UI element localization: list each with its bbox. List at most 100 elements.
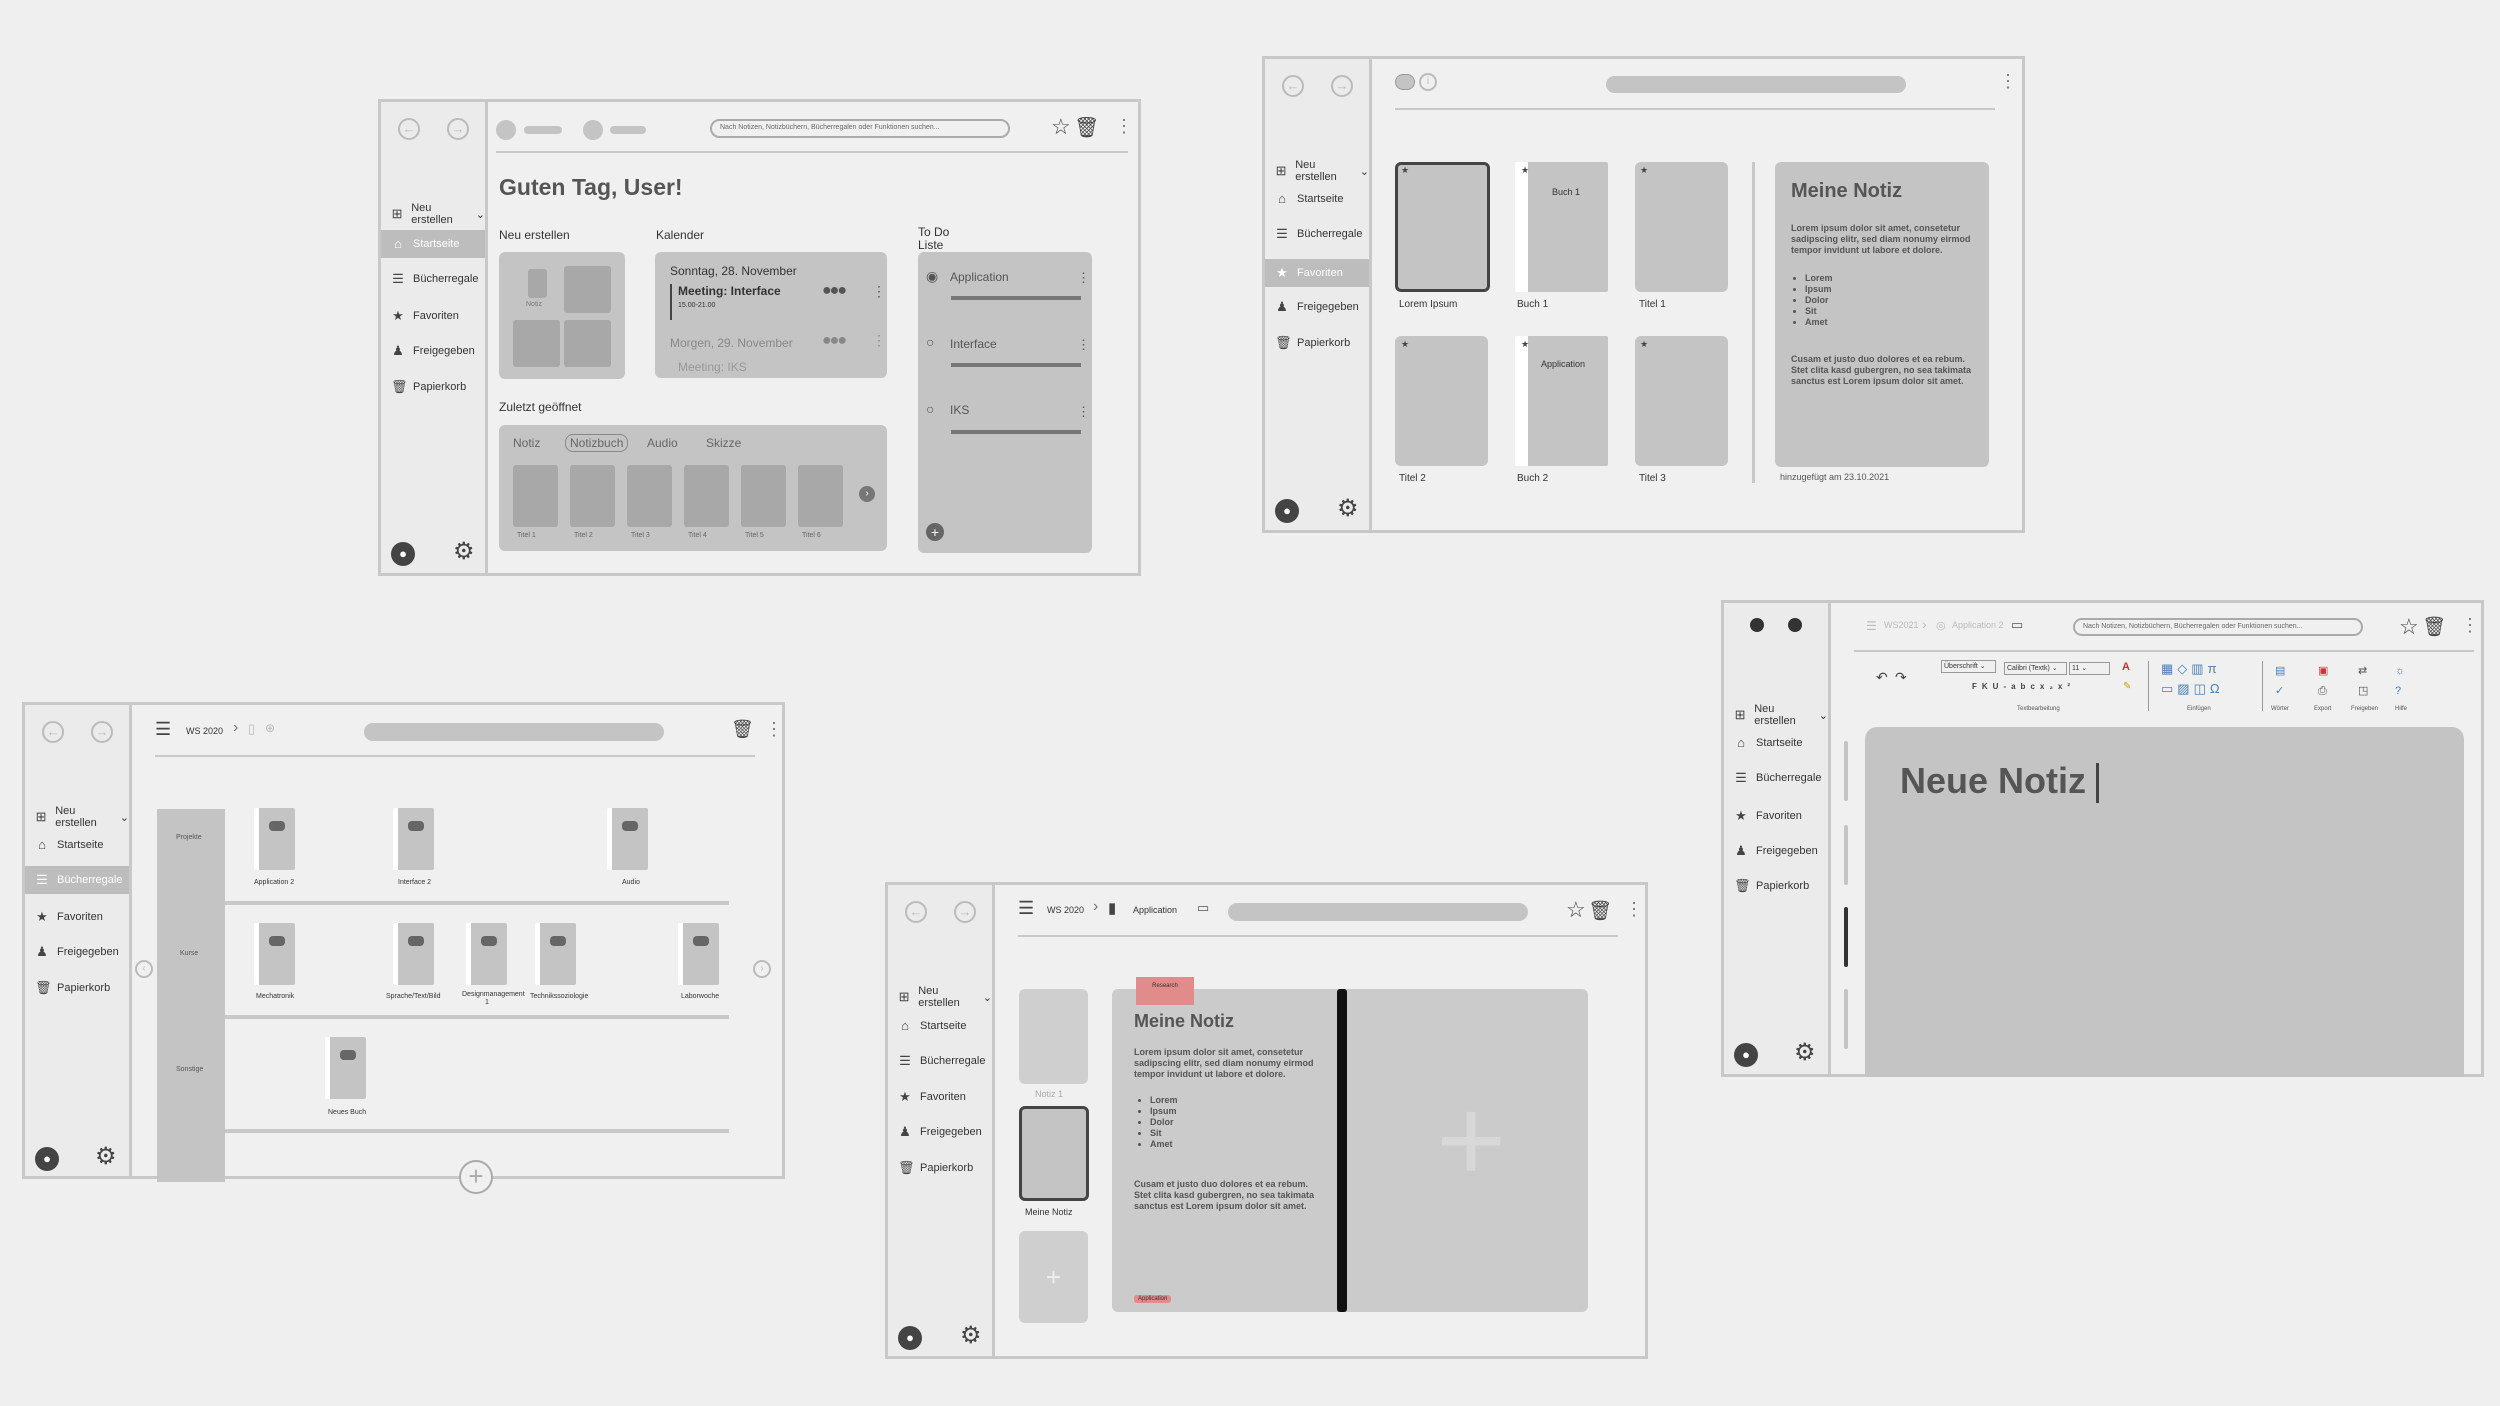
book[interactable] xyxy=(393,808,434,870)
radio-icon[interactable]: ○ xyxy=(926,334,934,350)
font-color-icon[interactable]: A xyxy=(2122,661,2130,673)
info-icon[interactable]: i xyxy=(1419,73,1437,91)
user-avatar[interactable]: ● xyxy=(1275,499,1299,523)
book[interactable] xyxy=(678,923,719,985)
nav-buecherregale[interactable]: ☰ Bücherregale xyxy=(1275,227,1362,241)
words-icon[interactable]: ▤ ✓ xyxy=(2275,661,2285,701)
radio-icon[interactable]: ○ xyxy=(926,401,934,417)
breadcrumb-shelf[interactable]: WS 2020 xyxy=(1047,905,1084,915)
tab-audio[interactable]: Audio xyxy=(647,436,678,450)
nav-favoriten[interactable]: ★ Favoriten xyxy=(1734,809,1802,823)
forward-icon[interactable]: → xyxy=(954,901,976,923)
nav-papierkorb[interactable]: 🗑 Papierkorb xyxy=(1734,879,1809,893)
book[interactable] xyxy=(535,923,576,985)
forward-icon[interactable]: → xyxy=(447,118,469,140)
nav-papierkorb[interactable]: 🗑 Papierkorb xyxy=(391,380,466,394)
more-vertical-icon[interactable]: ⋮ xyxy=(765,719,783,740)
nav-favoriten[interactable]: ★ Favoriten xyxy=(391,309,459,323)
user-avatar[interactable]: ● xyxy=(35,1147,59,1171)
nav-freigegeben[interactable]: ♟ Freigegeben xyxy=(1734,844,1818,858)
book[interactable] xyxy=(607,808,648,870)
breadcrumb-shelf[interactable]: WS2021 xyxy=(1884,620,1919,630)
back-icon[interactable]: ← xyxy=(905,901,927,923)
nav-neu-erstellen[interactable]: ⊞ Neu erstellen ⌄ xyxy=(1275,159,1369,183)
nav-buecherregale[interactable]: ☰ Bücherregale xyxy=(1734,771,1821,785)
redo-icon[interactable]: ↷ xyxy=(1895,669,1907,686)
new-item-tile[interactable] xyxy=(513,320,560,367)
settings-gear-icon[interactable]: ⚙ xyxy=(1337,497,1359,521)
favorite-card[interactable] xyxy=(1395,162,1490,292)
format-buttons[interactable]: FKU-abcx₂x² xyxy=(1972,682,2075,691)
nav-neu-erstellen[interactable]: ⊞ Neu erstellen ⌄ xyxy=(1734,703,1828,727)
forward-icon[interactable]: → xyxy=(91,721,113,743)
note-title[interactable]: Neue Notiz xyxy=(1900,760,2100,804)
page-navigator-marker[interactable] xyxy=(1844,989,1848,1049)
calendar-event[interactable]: Meeting: Interface xyxy=(678,284,781,298)
trash-icon[interactable]: 🗑 xyxy=(731,719,754,740)
nav-papierkorb[interactable]: 🗑 Papierkorb xyxy=(1275,336,1350,350)
more-vertical-icon[interactable]: ⋮ xyxy=(1077,270,1090,286)
nav-buecherregale[interactable]: ☰ Bücherregale xyxy=(25,866,129,894)
more-vertical-icon[interactable]: ⋮ xyxy=(1115,116,1133,137)
star-icon[interactable]: ☆ xyxy=(1051,114,1071,140)
page-navigator-marker[interactable] xyxy=(1844,741,1848,801)
recent-item[interactable] xyxy=(798,465,843,527)
star-icon[interactable]: ★ xyxy=(1640,165,1648,176)
star-icon[interactable]: ☆ xyxy=(2399,614,2419,640)
add-note-tile[interactable]: + xyxy=(1019,1231,1088,1323)
favorite-book[interactable] xyxy=(1515,162,1608,292)
forward-icon[interactable]: → xyxy=(1331,75,1353,97)
undo-icon[interactable]: ↶ xyxy=(1876,669,1888,686)
back-icon[interactable]: ← xyxy=(42,721,64,743)
breadcrumb-shelf[interactable]: WS 2020 xyxy=(186,726,223,736)
font-size-select[interactable]: 11 ⌄ xyxy=(2069,662,2110,675)
style-select[interactable]: Überschrift ⌄ xyxy=(1941,660,1996,673)
user-avatar[interactable]: ● xyxy=(391,542,415,566)
next-arrow-icon[interactable]: › xyxy=(859,486,875,502)
star-icon[interactable]: ★ xyxy=(1521,339,1529,350)
note-icon[interactable]: ▭ xyxy=(1197,900,1209,916)
favorite-card[interactable] xyxy=(1395,336,1488,466)
nav-buecherregale[interactable]: ☰ Bücherregale xyxy=(391,272,478,286)
nav-startseite[interactable]: ⌂ Startseite xyxy=(1734,736,1802,750)
favorite-card[interactable] xyxy=(1635,162,1728,292)
star-icon[interactable]: ★ xyxy=(1401,339,1409,350)
highlight-icon[interactable]: ✎ xyxy=(2123,681,2131,692)
recent-item[interactable] xyxy=(513,465,558,527)
recent-item[interactable] xyxy=(741,465,786,527)
favorite-book[interactable] xyxy=(1515,336,1608,466)
note-thumbnail[interactable] xyxy=(1019,989,1088,1084)
new-item-tile[interactable] xyxy=(564,266,611,313)
nav-freigegeben[interactable]: ♟ Freigegeben xyxy=(35,945,119,959)
book[interactable] xyxy=(254,808,295,870)
nav-favoriten[interactable]: ★ Favoriten xyxy=(1265,259,1369,287)
nav-neu-erstellen[interactable]: ⊞ Neu erstellen ⌄ xyxy=(35,805,129,829)
book[interactable] xyxy=(325,1037,366,1099)
search-bar-placeholder[interactable] xyxy=(1228,903,1528,921)
settings-gear-icon[interactable]: ⚙ xyxy=(453,540,475,564)
recent-item[interactable] xyxy=(684,465,729,527)
nav-papierkorb[interactable]: 🗑 Papierkorb xyxy=(35,981,110,995)
nav-freigegeben[interactable]: ♟ Freigegeben xyxy=(898,1125,982,1139)
settings-gear-icon[interactable]: ⚙ xyxy=(95,1145,117,1169)
view-toggle[interactable] xyxy=(1395,74,1415,90)
settings-gear-icon[interactable]: ⚙ xyxy=(960,1324,982,1348)
tag-badge[interactable]: Research xyxy=(1136,977,1194,1005)
page-navigator-marker[interactable] xyxy=(1844,825,1848,885)
more-vertical-icon[interactable]: ⋮ xyxy=(2461,615,2479,636)
user-avatar[interactable]: ● xyxy=(1734,1043,1758,1067)
add-icon[interactable]: ⊕ xyxy=(265,721,275,735)
nav-freigegeben[interactable]: ♟ Freigegeben xyxy=(1275,300,1359,314)
star-icon[interactable]: ★ xyxy=(1640,339,1648,350)
new-item-tile[interactable] xyxy=(564,320,611,367)
nav-startseite[interactable]: ⌂ Startseite xyxy=(381,230,485,258)
window-control[interactable] xyxy=(1788,618,1802,632)
more-vertical-icon[interactable]: ⋮ xyxy=(1077,404,1090,420)
more-vertical-icon[interactable]: ⋮ xyxy=(1077,337,1090,353)
back-icon[interactable]: ← xyxy=(398,118,420,140)
more-vertical-icon[interactable]: ⋮ xyxy=(872,283,886,300)
nav-neu-erstellen[interactable]: ⊞ Neu erstellen ⌄ xyxy=(391,202,485,226)
nav-freigegeben[interactable]: ♟ Freigegeben xyxy=(391,344,475,358)
favorite-card[interactable] xyxy=(1635,336,1728,466)
help-icon[interactable]: ☼? xyxy=(2395,661,2405,701)
